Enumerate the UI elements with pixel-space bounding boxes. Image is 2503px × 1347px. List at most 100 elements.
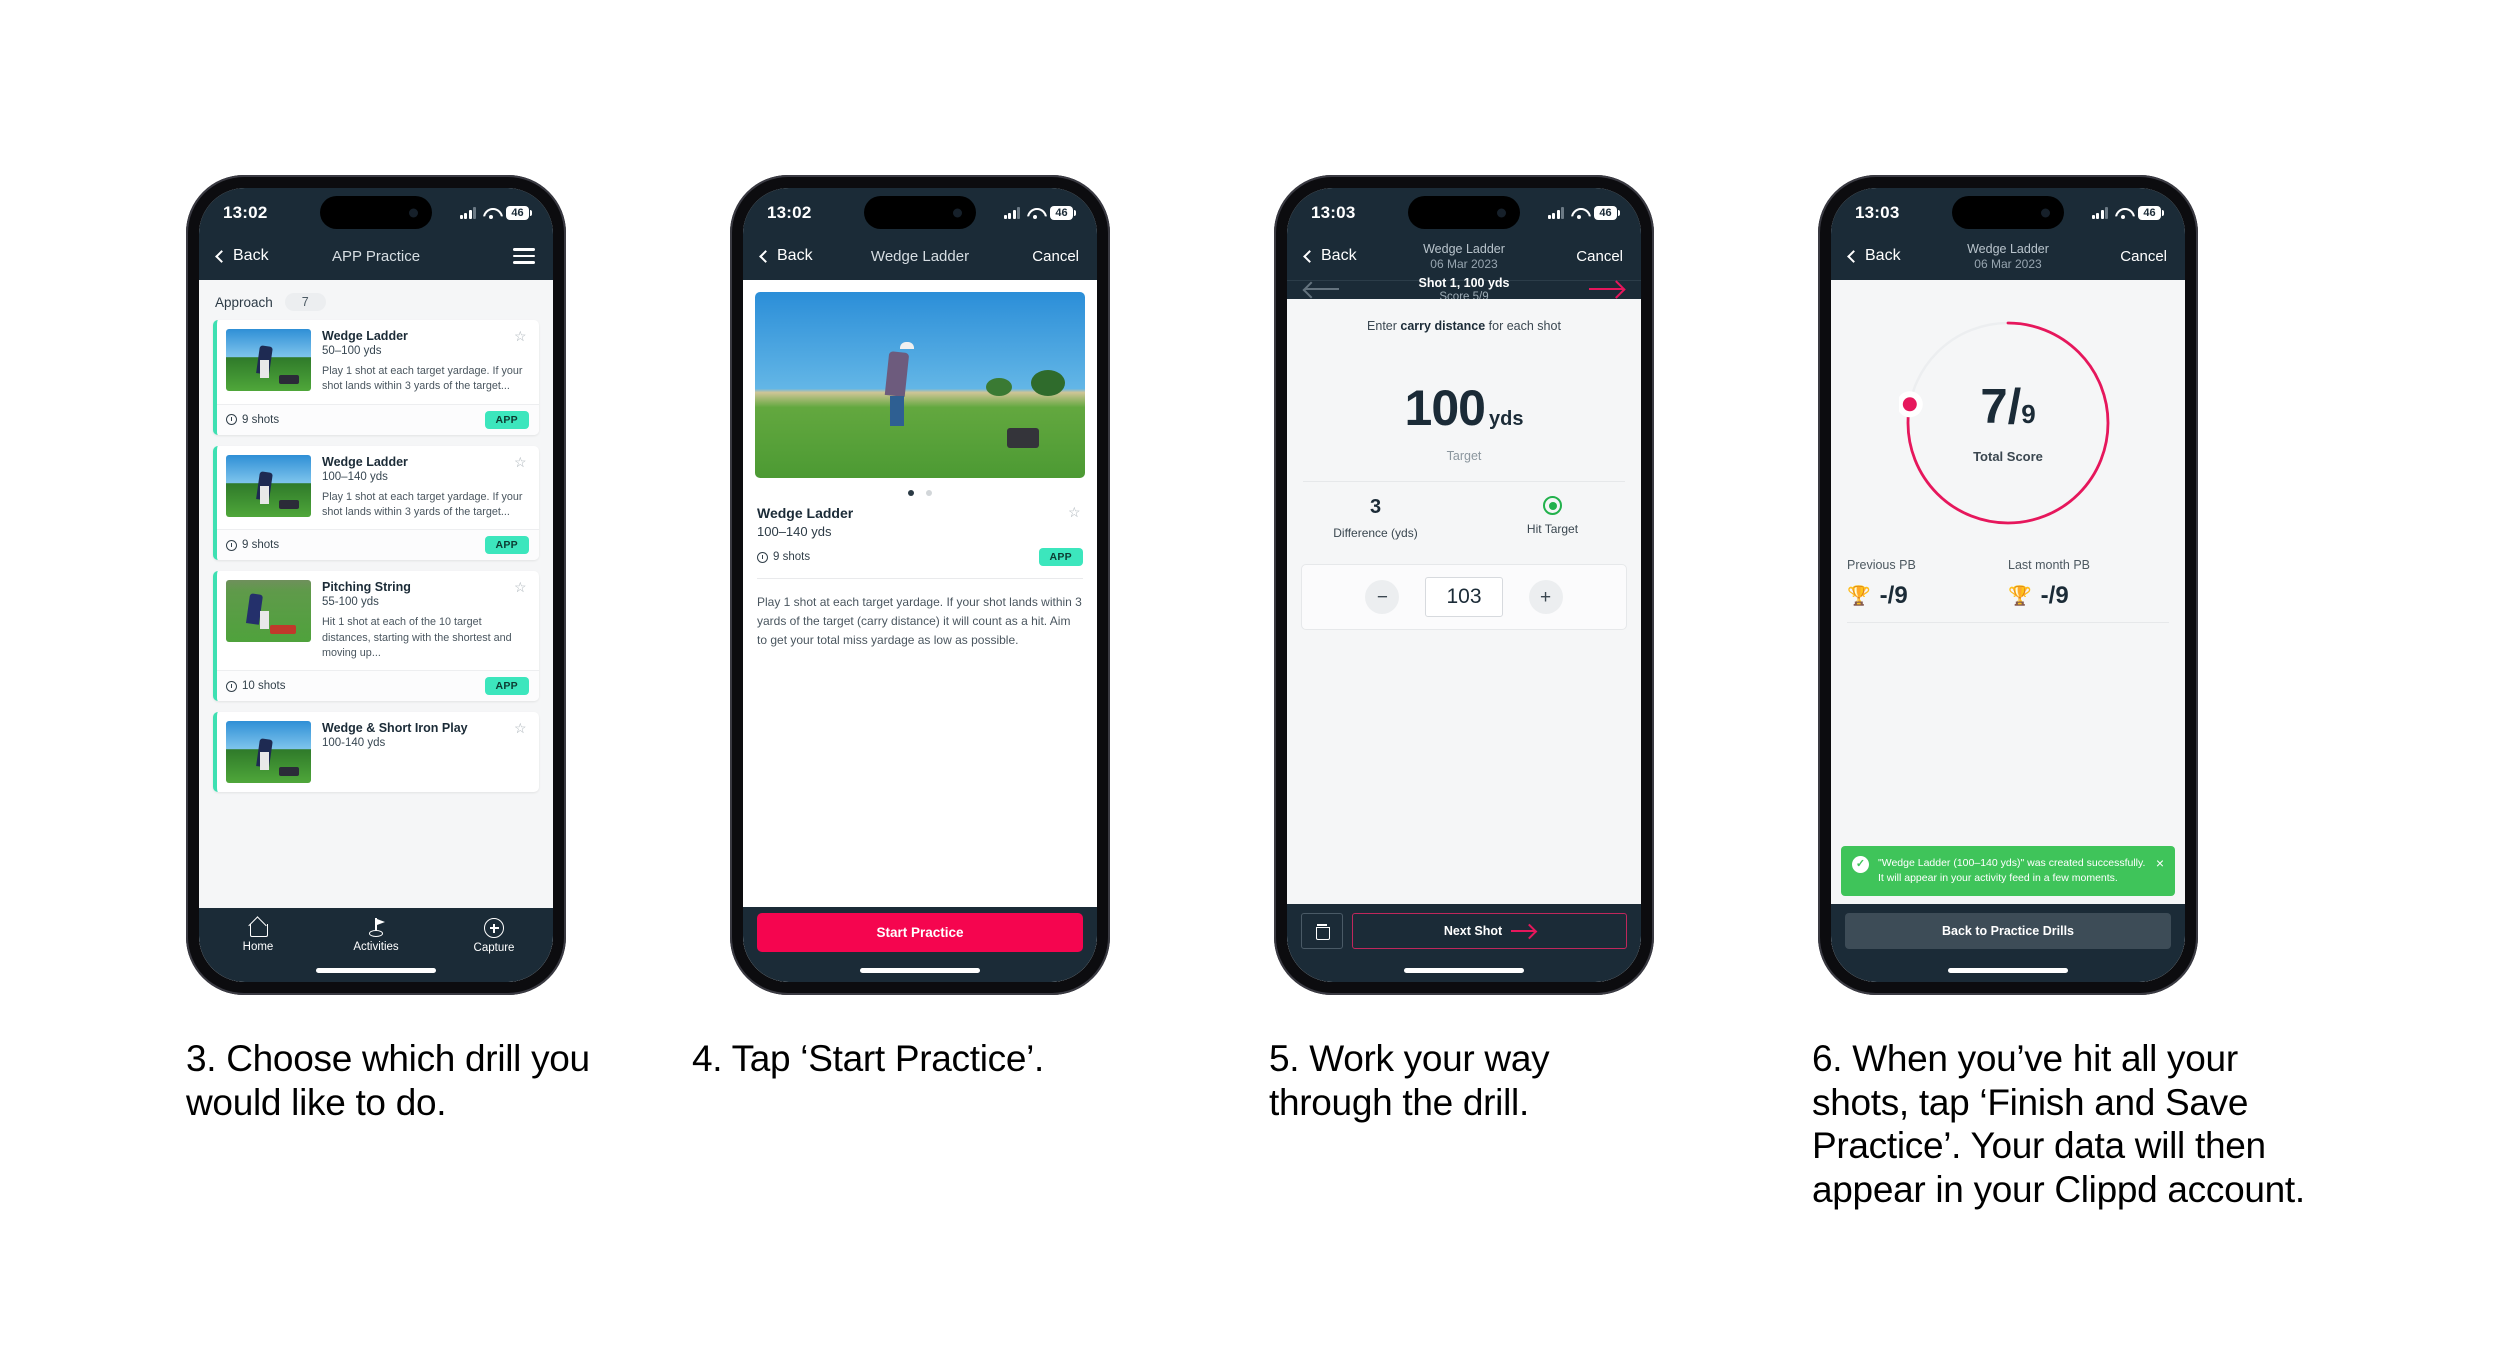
target-distance: 100 yds [1287, 333, 1641, 437]
drill-list-content[interactable]: Approach 7 Wedge Ladder 50–100 yds ☆ Pla… [199, 280, 553, 982]
drill-title-row: Wedge Ladder 50–100 yds ☆ [322, 329, 529, 357]
favourite-star-icon[interactable]: ☆ [514, 329, 529, 344]
tab-activities[interactable]: Activities [317, 918, 435, 953]
score-center: 7/9 Total Score [1899, 314, 2117, 532]
battery-icon: 46 [506, 206, 532, 220]
drill-yardage: 50–100 yds [322, 345, 382, 357]
increment-button[interactable]: + [1528, 580, 1563, 615]
dynamic-island [320, 196, 432, 229]
nav-bar: Back APP Practice [199, 238, 553, 280]
tab-home[interactable]: Home [199, 918, 317, 953]
drill-description: Play 1 shot at each target yardage. If y… [322, 365, 523, 393]
tutorial-board: 13:02 46 Back APP Practice Approach 7 We… [0, 0, 2503, 1347]
cancel-button[interactable]: Cancel [1032, 248, 1079, 265]
chevron-left-icon [1303, 249, 1316, 263]
category-badge: APP [484, 536, 529, 555]
phone-step-4: 13:02 46 Back Wedge Ladder Cancel Wedge … [730, 175, 1110, 995]
front-camera-icon [409, 208, 418, 217]
drill-title: Wedge Ladder [322, 329, 408, 343]
entry-prompt: Enter carry distance for each shot [1287, 299, 1641, 333]
shot-count-label: 9 shots [242, 539, 280, 552]
clock-icon [757, 551, 768, 563]
favourite-star-icon[interactable]: ☆ [1068, 505, 1083, 520]
favourite-star-icon[interactable]: ☆ [514, 721, 529, 736]
status-bar: 13:03 46 [1287, 188, 1641, 238]
drill-card-footer: 9 shots APP [217, 529, 539, 561]
caption-step-6: 6. When you’ve hit all your shots, tap ‘… [1812, 1038, 2305, 1210]
cellular-signal-icon [1547, 207, 1564, 219]
score-label: Total Score [1973, 448, 2043, 464]
close-icon[interactable]: × [2156, 856, 2164, 870]
next-shot-button[interactable]: Next Shot [1352, 913, 1627, 949]
start-practice-button[interactable]: Start Practice [757, 913, 1083, 952]
dynamic-island [864, 196, 976, 229]
decrement-button[interactable]: − [1365, 580, 1400, 615]
wifi-icon [1027, 207, 1043, 219]
status-indicators: 46 [1547, 206, 1620, 220]
shot-count-label: 9 shots [773, 551, 811, 563]
front-camera-icon [953, 208, 962, 217]
previous-shot-arrow-icon[interactable] [1305, 288, 1339, 291]
home-indicator [316, 968, 436, 973]
cancel-button[interactable]: Cancel [2120, 248, 2167, 265]
drill-info: Wedge Ladder 50–100 yds ☆ Play 1 shot at… [322, 329, 529, 395]
favourite-star-icon[interactable]: ☆ [514, 580, 529, 595]
menu-icon[interactable] [513, 248, 535, 264]
drill-description: Hit 1 shot at each of the 10 target dist… [322, 616, 512, 659]
tab-capture[interactable]: Capture [435, 918, 553, 954]
status-time: 13:03 [1855, 203, 1900, 222]
drill-card[interactable]: Wedge Ladder 100–140 yds ☆ Play 1 shot a… [213, 445, 539, 561]
pb-previous-value: -/9 [1879, 582, 1908, 609]
tab-home-label: Home [242, 941, 274, 953]
drill-yardage: 55-100 yds [322, 596, 379, 609]
drill-title: Wedge Ladder [757, 505, 854, 521]
favourite-star-icon[interactable]: ☆ [514, 455, 529, 470]
carousel-dot-1[interactable] [908, 490, 914, 496]
back-to-practice-drills-button[interactable]: Back to Practice Drills [1845, 913, 2171, 949]
carry-distance-input[interactable]: 103 [1425, 577, 1503, 618]
back-button[interactable]: Back [759, 247, 813, 265]
status-indicators: 46 [1003, 206, 1076, 220]
drill-hero-image[interactable] [755, 292, 1085, 478]
delete-shot-button[interactable] [1301, 913, 1343, 949]
drill-card[interactable]: Wedge Ladder 50–100 yds ☆ Play 1 shot at… [213, 320, 539, 435]
home-indicator [860, 968, 980, 973]
status-time: 13:02 [223, 203, 268, 222]
carry-distance-stepper[interactable]: − 103 + [1301, 564, 1627, 631]
back-button[interactable]: Back [1303, 247, 1357, 265]
phone-screen-5: 13:03 46 Back Wedge Ladder 06 Mar 2023 C… [1287, 188, 1641, 982]
drill-header: Wedge Ladder 100–140 yds ☆ 9 shots APP [743, 505, 1097, 566]
phone-step-3: 13:02 46 Back APP Practice Approach 7 We… [186, 175, 566, 995]
status-time: 13:03 [1311, 203, 1356, 222]
shot-count: 9 shots [757, 551, 810, 563]
drill-title-row: Wedge Ladder 100–140 yds ☆ [322, 455, 529, 483]
nav-bar: Back Wedge Ladder Cancel [743, 238, 1097, 280]
back-label: Back [233, 247, 269, 264]
wifi-icon [1571, 207, 1587, 219]
category-badge: APP [484, 410, 529, 429]
back-button[interactable]: Back [1847, 247, 1901, 265]
next-shot-arrow-icon[interactable] [1589, 288, 1623, 291]
chevron-left-icon [759, 249, 772, 263]
drill-title: Wedge Ladder [322, 454, 408, 469]
drill-card[interactable]: Wedge & Short Iron Play 100-140 yds ☆ [213, 712, 539, 793]
back-label: Back [1865, 247, 1901, 264]
drill-card-body: Wedge & Short Iron Play 100-140 yds ☆ [217, 712, 539, 792]
stat-difference: 3 Difference (yds) [1287, 496, 1464, 540]
drill-thumbnail [226, 580, 311, 643]
score-separator: / [2007, 379, 2022, 434]
difference-value: 3 [1369, 496, 1382, 519]
drill-card[interactable]: Pitching String 55-100 yds ☆ Hit 1 shot … [213, 571, 539, 702]
cancel-button[interactable]: Cancel [1576, 248, 1623, 265]
page-subtitle: 06 Mar 2023 [1974, 256, 2042, 271]
drill-detail-body: Wedge Ladder 100–140 yds ☆ 9 shots APP P… [743, 280, 1097, 982]
section-header: Approach 7 [199, 280, 553, 320]
carousel-dot-2[interactable] [926, 490, 932, 496]
page-title: Wedge Ladder [870, 247, 970, 265]
section-count-badge: 7 [284, 293, 326, 311]
back-button[interactable]: Back [215, 247, 269, 265]
carousel-dots[interactable] [743, 478, 1097, 505]
score-numerator: 7 [1980, 379, 2008, 434]
shot-title: Shot 1, 100 yds [1418, 275, 1510, 290]
drill-title-row: Pitching String 55-100 yds ☆ [322, 580, 529, 608]
